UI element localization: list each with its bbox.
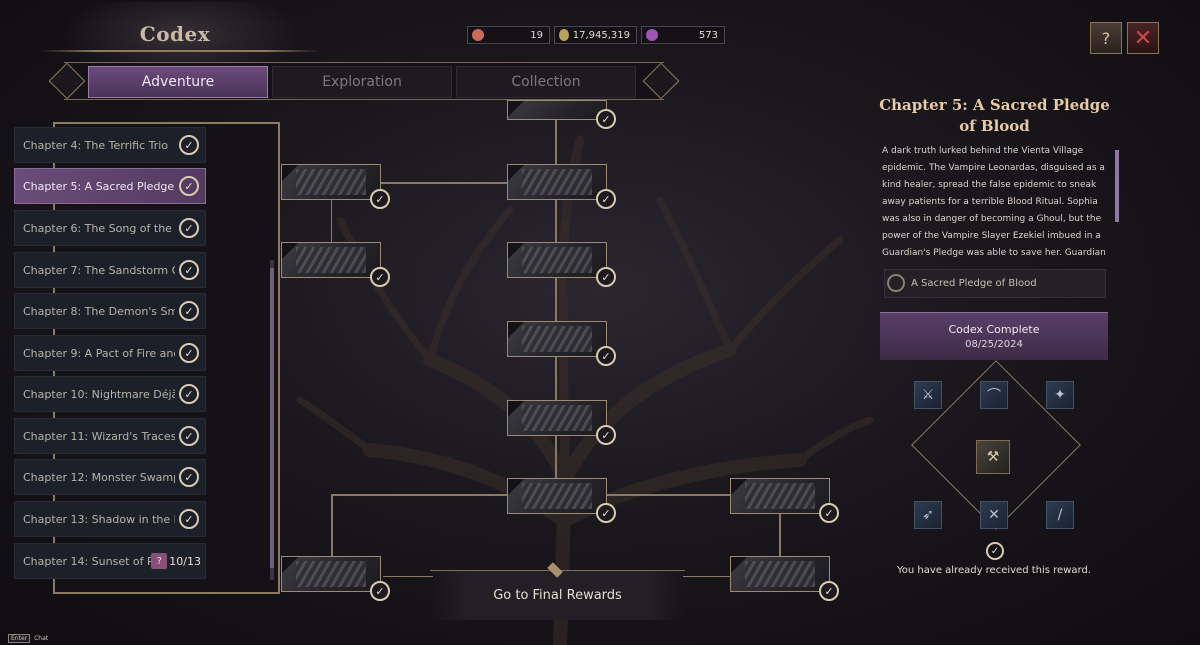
staff-icon[interactable]: / bbox=[1046, 501, 1074, 529]
connector-line bbox=[331, 494, 333, 556]
codex-complete-banner: Codex Complete 08/25/2024 bbox=[880, 312, 1108, 360]
story-node[interactable]: ✓ bbox=[507, 100, 616, 129]
check-icon: ✓ bbox=[179, 467, 199, 487]
chapter-scroll-thumb[interactable] bbox=[270, 268, 274, 568]
connector-line bbox=[683, 576, 731, 577]
node-artwork bbox=[522, 405, 592, 431]
go-to-final-rewards-button[interactable]: Go to Final Rewards bbox=[430, 570, 685, 620]
film-reel-icon bbox=[887, 274, 905, 292]
axe-icon[interactable]: ⚒ bbox=[976, 440, 1010, 474]
chapter-item[interactable]: Chapter 12: Monster Swamp ✓ bbox=[14, 459, 206, 495]
question-mark-icon: ? bbox=[151, 553, 168, 569]
chapter-description: A dark truth lurked behind the Vienta Vi… bbox=[882, 146, 1106, 257]
story-node[interactable]: ✓ bbox=[507, 400, 616, 445]
title-ornament bbox=[40, 50, 320, 52]
chapter-item[interactable]: Chapter 13: Shadow in the B ✓ bbox=[14, 501, 206, 537]
check-icon: ✓ bbox=[179, 218, 199, 238]
chapter-item[interactable]: Chapter 9: A Pact of Fire and ✓ bbox=[14, 335, 206, 371]
description-scrollbar[interactable] bbox=[1115, 150, 1119, 222]
purple-gem-icon bbox=[646, 29, 658, 41]
mace-icon[interactable]: ✦ bbox=[1046, 381, 1074, 409]
crossed-swords-icon[interactable]: ✕ bbox=[980, 501, 1008, 529]
story-node[interactable]: ✓ bbox=[507, 164, 616, 209]
bow-icon[interactable]: ⌒ bbox=[980, 381, 1008, 409]
check-icon: ✓ bbox=[370, 267, 390, 287]
node-artwork bbox=[296, 169, 366, 195]
story-node[interactable]: ✓ bbox=[507, 478, 616, 523]
chapter-item[interactable]: Chapter 14: Sunset of Rep ? 10/13 bbox=[14, 543, 206, 579]
close-button[interactable]: ✕ bbox=[1127, 22, 1159, 54]
node-artwork bbox=[522, 483, 592, 509]
currency-ticket: 19 bbox=[467, 26, 550, 44]
chapter-detail-title: Chapter 5: A Sacred Pledge of Blood bbox=[879, 96, 1110, 135]
story-node[interactable]: ✓ bbox=[507, 321, 616, 366]
story-node[interactable]: ✓ bbox=[730, 478, 839, 523]
story-node[interactable]: ✓ bbox=[730, 556, 839, 601]
check-icon: ✓ bbox=[179, 176, 199, 196]
story-node[interactable]: ✓ bbox=[281, 556, 390, 601]
check-icon: ✓ bbox=[370, 189, 390, 209]
node-artwork bbox=[522, 247, 592, 273]
check-icon: ✓ bbox=[179, 260, 199, 280]
chapter-item[interactable]: Chapter 4: The Terrific Trio ✓ bbox=[14, 127, 206, 163]
check-icon: ✓ bbox=[596, 346, 616, 366]
crossbow-icon[interactable]: ➶ bbox=[914, 501, 942, 529]
pledge-item-row[interactable]: A Sacred Pledge of Blood bbox=[884, 269, 1106, 298]
check-icon: ✓ bbox=[819, 503, 839, 523]
check-icon: ✓ bbox=[179, 384, 199, 404]
tab-collection[interactable]: Collection bbox=[456, 66, 636, 98]
check-icon: ✓ bbox=[596, 425, 616, 445]
sword-icon[interactable]: ⚔ bbox=[914, 381, 942, 409]
enter-key-badge: Enter bbox=[8, 634, 31, 643]
tab-adventure[interactable]: Adventure bbox=[88, 66, 268, 98]
help-button[interactable]: ? bbox=[1090, 22, 1122, 54]
chapter-item[interactable]: Chapter 7: The Sandstorm O ✓ bbox=[14, 252, 206, 288]
connector-line bbox=[383, 576, 433, 577]
check-icon: ✓ bbox=[596, 109, 616, 129]
help-book-icon: ? bbox=[1101, 28, 1111, 48]
chapter-item[interactable]: Chapter 8: The Demon's Smi ✓ bbox=[14, 293, 206, 329]
node-artwork bbox=[522, 326, 592, 352]
currency-gem: 573 bbox=[641, 26, 725, 44]
check-icon: ✓ bbox=[819, 581, 839, 601]
check-icon: ✓ bbox=[596, 189, 616, 209]
node-artwork bbox=[745, 561, 815, 587]
chapter-progress: ? 10/13 bbox=[151, 553, 201, 569]
reward-received-text: You have already received this reward. bbox=[897, 565, 1091, 576]
node-artwork bbox=[296, 247, 366, 273]
check-icon: ✓ bbox=[179, 509, 199, 529]
chat-hint[interactable]: Enter Chat bbox=[8, 634, 48, 643]
check-icon: ✓ bbox=[986, 542, 1004, 560]
story-node[interactable]: ✓ bbox=[281, 164, 390, 209]
check-icon: ✓ bbox=[179, 135, 199, 155]
flag-ticket-icon bbox=[472, 29, 484, 41]
page-title: Codex bbox=[139, 22, 211, 46]
check-icon: ✓ bbox=[179, 301, 199, 321]
gold-coin-icon bbox=[559, 29, 569, 41]
chapter-item-selected[interactable]: Chapter 5: A Sacred Pledge ✓ bbox=[14, 168, 206, 204]
currency-gold: 17,945,319 bbox=[554, 26, 637, 44]
connector-line bbox=[331, 200, 332, 242]
close-x-icon: ✕ bbox=[1133, 25, 1153, 51]
check-icon: ✓ bbox=[179, 343, 199, 363]
node-artwork bbox=[745, 483, 815, 509]
chapter-item[interactable]: Chapter 11: Wizard's Traces ✓ bbox=[14, 418, 206, 454]
story-node[interactable]: ✓ bbox=[507, 242, 616, 287]
chapter-item[interactable]: Chapter 6: The Song of the V ✓ bbox=[14, 210, 206, 246]
check-icon: ✓ bbox=[596, 503, 616, 523]
story-node[interactable]: ✓ bbox=[281, 242, 390, 287]
check-icon: ✓ bbox=[179, 426, 199, 446]
connector-line bbox=[380, 182, 508, 184]
node-artwork bbox=[522, 169, 592, 195]
tab-exploration[interactable]: Exploration bbox=[272, 66, 452, 98]
check-icon: ✓ bbox=[596, 267, 616, 287]
check-icon: ✓ bbox=[370, 581, 390, 601]
chapter-item[interactable]: Chapter 10: Nightmare Déjà ✓ bbox=[14, 376, 206, 412]
node-artwork bbox=[296, 561, 366, 587]
